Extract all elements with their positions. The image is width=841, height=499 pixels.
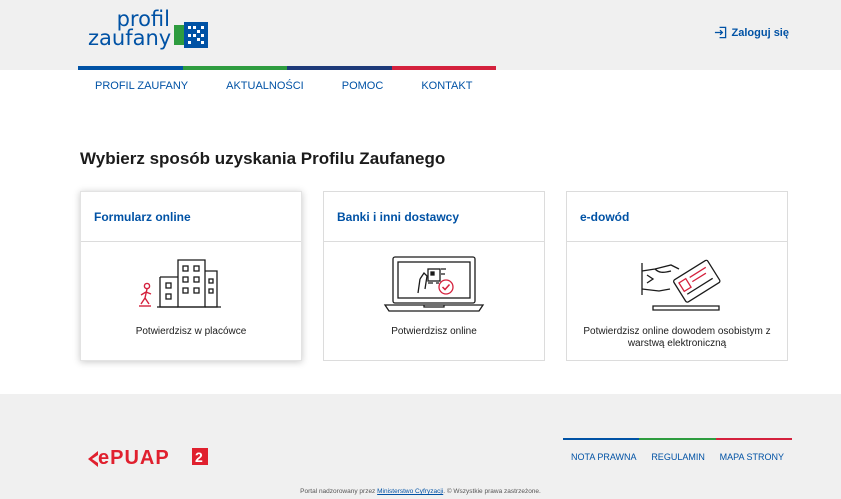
card-body: Potwierdzisz online <box>324 242 544 361</box>
nav-item-pomoc[interactable]: POMOC <box>342 80 384 92</box>
nav-color-bar <box>78 66 496 70</box>
nav-item-profil-zaufany[interactable]: PROFIL ZAUFANY <box>95 80 188 92</box>
building-person-icon <box>139 259 221 308</box>
ministry-link[interactable]: Ministerstwo Cyfryzacji <box>377 488 443 495</box>
card-e-dowod[interactable]: e-dowód Potwierdzisz online dowodem osob… <box>566 191 788 361</box>
card-body: Potwierdzisz w placówce <box>81 242 301 361</box>
site-header: profil zaufany Zaloguj się <box>0 0 841 70</box>
footer-copyright: Portal nadzorowany przez Ministerstwo Cy… <box>0 488 841 495</box>
card-title: e-dowód <box>567 192 787 242</box>
method-cards: Formularz online Potwierdzisz w placówce… <box>80 191 788 361</box>
main-nav: PROFIL ZAUFANY AKTUALNOŚCI POMOC KONTAKT <box>78 80 510 92</box>
svg-text:ePUAP: ePUAP <box>98 447 170 469</box>
logo-mark-icon <box>174 22 208 48</box>
page-title: Wybierz sposób uzyskania Profilu Zaufane… <box>80 149 446 168</box>
logo-line-2: zaufany <box>88 26 172 50</box>
copyright-suffix: . © Wszystkie prawa zastrzeżone. <box>443 488 541 495</box>
card-caption: Potwierdzisz online <box>391 326 477 337</box>
logo-wordmark: profil zaufany <box>88 9 172 50</box>
footer-color-bar <box>563 438 792 440</box>
epuap-logo[interactable]: ePUAP 2 <box>86 445 216 469</box>
site-footer: ePUAP 2 NOTA PRAWNA REGULAMIN MAPA STRON… <box>0 394 841 499</box>
laptop-check-icon <box>383 256 485 312</box>
footer-link-mapa-strony[interactable]: MAPA STRONY <box>720 452 784 462</box>
nav-item-aktualnosci[interactable]: AKTUALNOŚCI <box>226 80 304 92</box>
footer-link-regulamin[interactable]: REGULAMIN <box>651 452 705 462</box>
card-formularz-online[interactable]: Formularz online Potwierdzisz w placówce <box>80 191 302 361</box>
card-banki[interactable]: Banki i inni dostawcy Potwierdzisz onlin… <box>323 191 545 361</box>
card-caption: Potwierdzisz online dowodem osobistym z … <box>583 326 771 349</box>
card-body: Potwierdzisz online dowodem osobistym z … <box>567 242 787 361</box>
login-button[interactable]: Zaloguj się <box>714 26 789 39</box>
profil-zaufany-logo[interactable]: profil zaufany <box>88 9 228 62</box>
login-icon <box>714 26 726 39</box>
svg-text:2: 2 <box>195 449 203 465</box>
footer-link-nota-prawna[interactable]: NOTA PRAWNA <box>571 452 637 462</box>
login-label: Zaloguj się <box>731 26 789 39</box>
nav-item-kontakt[interactable]: KONTAKT <box>421 80 472 92</box>
card-caption: Potwierdzisz w placówce <box>135 326 247 337</box>
card-title: Formularz online <box>81 192 301 242</box>
copyright-prefix: Portal nadzorowany przez <box>300 488 378 495</box>
footer-links: NOTA PRAWNA REGULAMIN MAPA STRONY <box>563 452 792 462</box>
card-title: Banki i inni dostawcy <box>324 192 544 242</box>
id-card-reader-icon <box>641 259 721 311</box>
